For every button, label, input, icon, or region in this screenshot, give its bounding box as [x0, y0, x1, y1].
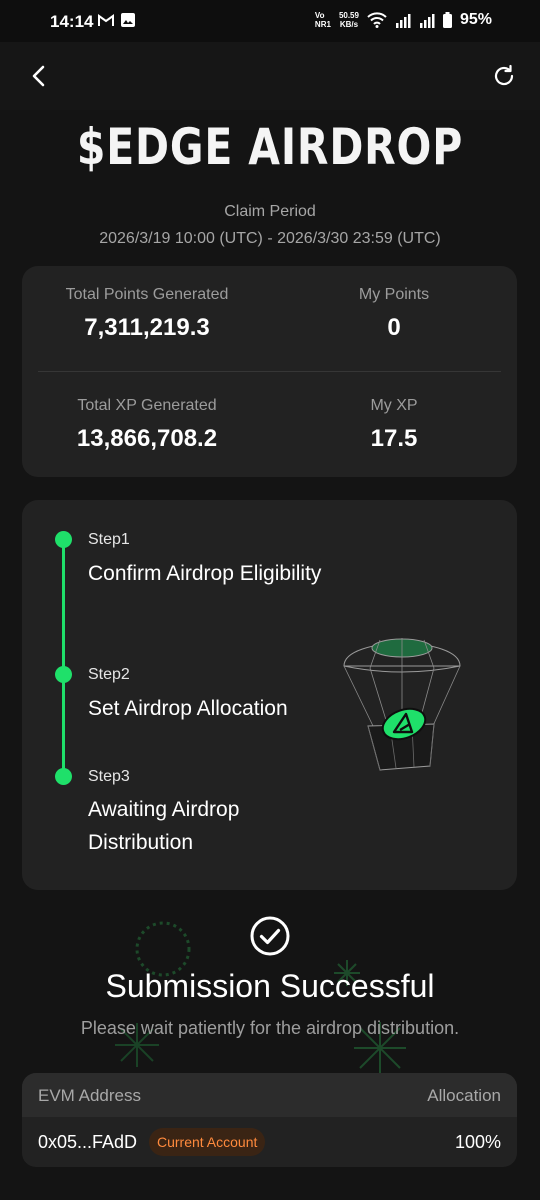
total-xp-label: Total XP Generated — [77, 397, 217, 414]
step3-title: Awaiting Airdrop Distribution — [88, 798, 240, 854]
claim-period-dates: 2026/3/19 10:00 (UTC) - 2026/3/30 23:59 … — [99, 230, 441, 247]
step1-title: Confirm Airdrop Eligibility — [88, 562, 322, 585]
my-xp-stat: My XP 17.5 — [312, 397, 476, 453]
current-account-badge: Current Account — [149, 1128, 266, 1156]
step1-dot — [55, 531, 72, 548]
step1-number: Step1 — [88, 531, 130, 548]
step2-title: Set Airdrop Allocation — [88, 697, 288, 720]
volte-indicator: Vo NR1 — [314, 11, 331, 29]
timeline-line — [62, 540, 65, 776]
airdrop-steps-card: Step1 Confirm Airdrop Eligibility Step2 … — [22, 500, 517, 890]
back-button[interactable] — [26, 62, 54, 90]
page-title: $EDGE AIRDROP — [76, 118, 464, 176]
allocation-value: 100% — [454, 1132, 501, 1152]
stats-card: Total Points Generated 7,311,219.3 My Po… — [22, 266, 517, 477]
allocation-table: EVM Address Allocation 0x05...FAdD Curre… — [22, 1073, 517, 1167]
table-header: EVM Address Allocation — [22, 1073, 517, 1117]
step3-number: Step3 — [88, 768, 130, 785]
status-bar: 14:14 Vo NR1 50.59 KB/s 95% — [0, 0, 540, 42]
my-points-label: My Points — [358, 286, 430, 303]
success-subtitle: Please wait patiently for the airdrop di… — [80, 1018, 460, 1038]
top-nav-bar — [0, 42, 540, 110]
stats-divider — [38, 371, 501, 372]
status-notification-icons — [98, 12, 136, 28]
refresh-icon — [494, 64, 514, 86]
my-points-stat: My Points 0 — [312, 286, 476, 342]
refresh-button[interactable] — [490, 62, 518, 90]
evm-address-value: 0x05...FAdD — [38, 1132, 138, 1152]
total-xp-value: 13,866,708.2 — [76, 425, 218, 452]
column-header-address: EVM Address — [38, 1086, 141, 1105]
signal-icon-2 — [419, 13, 435, 28]
status-time: 14:14 — [50, 12, 94, 31]
success-title: Submission Successful — [105, 968, 435, 1004]
my-xp-label: My XP — [370, 397, 418, 414]
my-xp-value: 17.5 — [370, 425, 418, 452]
back-arrow-icon — [32, 65, 45, 87]
parachute-illustration — [343, 638, 461, 771]
total-points-label: Total Points Generated — [65, 286, 229, 303]
gmail-icon — [98, 13, 114, 27]
claim-period-label: Claim Period — [224, 203, 316, 220]
gallery-icon — [120, 12, 136, 28]
status-right-icons: Vo NR1 50.59 KB/s 95% — [315, 11, 492, 29]
battery-icon — [442, 12, 452, 28]
battery-percent: 95% — [459, 11, 492, 28]
step2-dot — [55, 666, 72, 683]
step2-number: Step2 — [88, 666, 130, 683]
total-points-stat: Total Points Generated 7,311,219.3 — [42, 286, 252, 342]
network-speed: 50.59 KB/s — [338, 11, 359, 29]
column-header-allocation: Allocation — [427, 1086, 501, 1105]
wifi-icon — [367, 12, 387, 28]
step3-dot — [55, 768, 72, 785]
total-xp-stat: Total XP Generated 13,866,708.2 — [42, 397, 252, 453]
my-points-value: 0 — [387, 314, 401, 341]
total-points-value: 7,311,219.3 — [84, 314, 210, 341]
check-circle-icon — [250, 916, 290, 956]
signal-icon — [395, 13, 411, 28]
